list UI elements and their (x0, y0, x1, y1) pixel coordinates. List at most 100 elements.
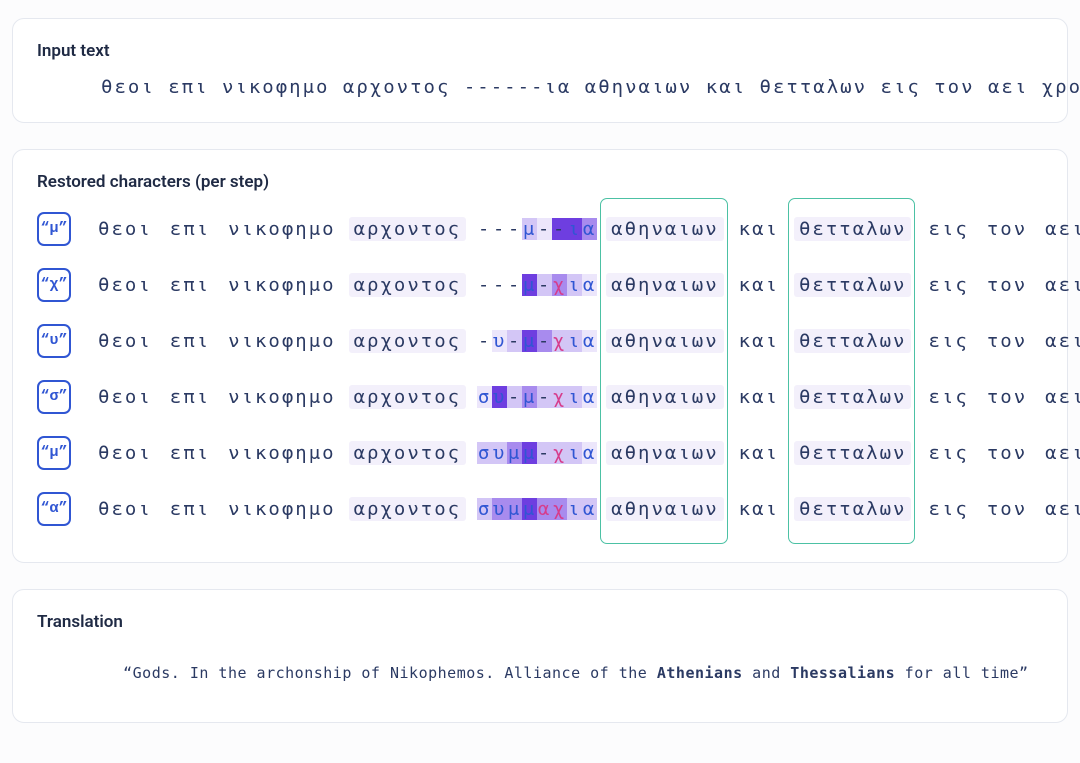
restored-slot: ---μ--ια (474, 217, 600, 241)
token: τον (982, 497, 1032, 521)
restored-char: ι (567, 274, 582, 296)
restored-char: υ (492, 386, 507, 408)
token: επι (165, 329, 215, 353)
restored-char: - (537, 274, 552, 296)
translation-card: Translation “Gods. In the archonship of … (12, 589, 1068, 723)
translation-title: Translation (37, 612, 1043, 632)
token: τον (982, 385, 1032, 409)
token-athenians: αθηναιων (606, 329, 724, 353)
word-stream: θεοιεπινικοφημοαρχοντος---μ--ιααθηναιωνκ… (93, 217, 1080, 241)
restored-char: μ (522, 386, 537, 408)
restored-card: Restored characters (per step) “μ”θεοιεπ… (12, 149, 1068, 563)
token: αει (1040, 329, 1080, 353)
restored-char: ι (567, 218, 582, 240)
restored-char: ι (567, 498, 582, 520)
step-row: “α”θεοιεπινικοφημοαρχοντοςσυμμαχιααθηναι… (37, 492, 1043, 526)
token: επι (165, 217, 215, 241)
restored-char: χ (552, 330, 567, 352)
input-text: θεοι επι νικοφημο αρχοντος ------ια αθην… (37, 75, 1043, 100)
word-stream: θεοιεπινικοφημοαρχοντος---μ-χιααθηναιωνκ… (93, 273, 1080, 297)
restored-char: - (477, 274, 492, 296)
token: αει (1040, 273, 1080, 297)
token: και (734, 497, 784, 521)
translation-prefix: “Gods. In the archonship of Nikophemos. … (123, 664, 657, 682)
token-thessalians: θετταλων (794, 497, 912, 521)
step-row: “χ”θεοιεπινικοφημοαρχοντος---μ-χιααθηναι… (37, 268, 1043, 302)
token: αρχοντος (349, 217, 467, 241)
token-thessalians: θετταλων (794, 385, 912, 409)
token: νικοφημο (223, 497, 341, 521)
token: εις (923, 329, 973, 353)
token: αρχοντος (349, 329, 467, 353)
restored-char: μ (522, 498, 537, 520)
restored-char: χ (552, 274, 567, 296)
restored-char: ι (567, 330, 582, 352)
restored-char: - (537, 386, 552, 408)
token: νικοφημο (223, 329, 341, 353)
step-row: “μ”θεοιεπινικοφημοαρχοντοςσυμμ-χιααθηναι… (37, 436, 1043, 470)
token-thessalians: θετταλων (794, 217, 912, 241)
restored-slot: -υ-μ-χια (474, 329, 600, 353)
token: επι (165, 385, 215, 409)
restored-char: - (507, 330, 522, 352)
token-athenians: αθηναιων (606, 497, 724, 521)
step-badge: “μ” (37, 212, 71, 246)
restored-char: α (582, 386, 597, 408)
restored-char: - (552, 218, 567, 240)
token-athenians: αθηναιων (606, 385, 724, 409)
step-badge: “σ” (37, 380, 71, 414)
token: θεοι (93, 329, 157, 353)
restored-char: σ (477, 442, 492, 464)
token: εις (923, 385, 973, 409)
translation-bold-athenians: Athenians (657, 664, 743, 682)
restored-char: - (492, 274, 507, 296)
restored-char: υ (492, 330, 507, 352)
restored-char: α (537, 498, 552, 520)
restored-char: - (537, 442, 552, 464)
token: τον (982, 273, 1032, 297)
restored-char: - (507, 218, 522, 240)
token-athenians: αθηναιων (606, 441, 724, 465)
token: νικοφημο (223, 273, 341, 297)
restored-char: σ (477, 498, 492, 520)
token-thessalians: θετταλων (794, 441, 912, 465)
word-stream: θεοιεπινικοφημοαρχοντοςσυμμ-χιααθηναιωνκ… (93, 441, 1080, 465)
token: και (734, 441, 784, 465)
step-badge: “α” (37, 492, 71, 526)
token: νικοφημο (223, 217, 341, 241)
word-stream: θεοιεπινικοφημοαρχοντοςσυ-μ-χιααθηναιωνκ… (93, 385, 1080, 409)
restored-char: μ (522, 442, 537, 464)
token: επι (165, 497, 215, 521)
token: εις (923, 217, 973, 241)
token: εις (923, 497, 973, 521)
token: αει (1040, 497, 1080, 521)
translation-mid: and (743, 664, 791, 682)
token: θεοι (93, 217, 157, 241)
token: επι (165, 273, 215, 297)
translation-suffix: for all time” (895, 664, 1028, 682)
token: επι (165, 441, 215, 465)
restored-char: - (477, 218, 492, 240)
restored-char: - (492, 218, 507, 240)
step-row: “σ”θεοιεπινικοφημοαρχοντοςσυ-μ-χιααθηναι… (37, 380, 1043, 414)
token: θεοι (93, 497, 157, 521)
restored-char: υ (492, 442, 507, 464)
token: τον (982, 217, 1032, 241)
token: και (734, 385, 784, 409)
restored-char: - (477, 330, 492, 352)
restored-char: α (582, 442, 597, 464)
restored-char: χ (552, 498, 567, 520)
restored-char: μ (522, 330, 537, 352)
restored-slot: ---μ-χια (474, 273, 600, 297)
token: εις (923, 273, 973, 297)
token: νικοφημο (223, 441, 341, 465)
restored-char: α (582, 498, 597, 520)
token: και (734, 329, 784, 353)
token: αρχοντος (349, 497, 467, 521)
step-badge: “υ” (37, 324, 71, 358)
token: αρχοντος (349, 385, 467, 409)
restored-char: α (582, 218, 597, 240)
token: θεοι (93, 273, 157, 297)
restored-char: μ (507, 442, 522, 464)
restored-char: α (582, 274, 597, 296)
